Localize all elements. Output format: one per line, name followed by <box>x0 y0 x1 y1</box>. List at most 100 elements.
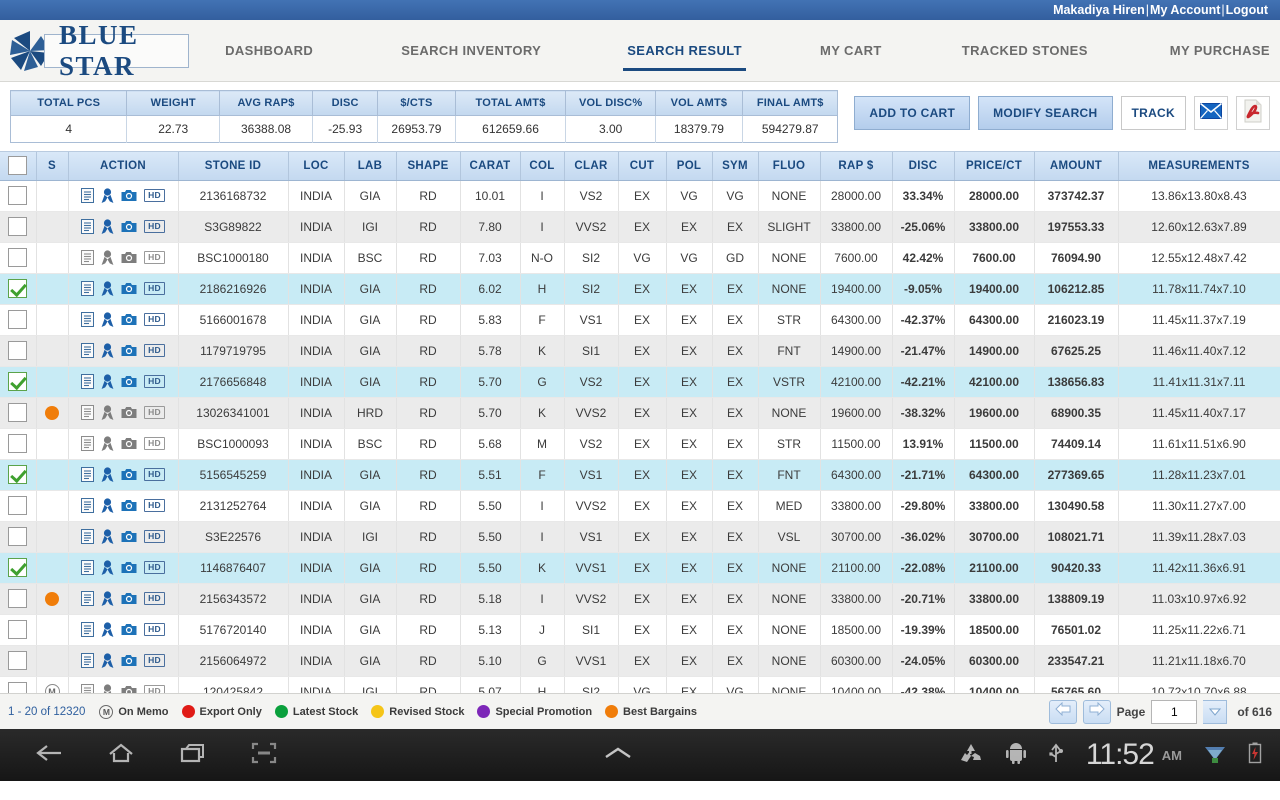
row-action-cell[interactable]: HD <box>68 273 179 305</box>
cell-stone-id[interactable]: 120425842 <box>178 676 289 693</box>
next-page-button[interactable] <box>1082 699 1111 724</box>
row-status-cell[interactable] <box>36 180 69 212</box>
camera-icon[interactable] <box>121 344 137 357</box>
camera-icon[interactable] <box>121 220 137 233</box>
table-row[interactable]: HD 1146876407 INDIA GIA RD 5.50 K VVS1 E… <box>0 552 1280 584</box>
screenshot-icon[interactable] <box>250 741 278 770</box>
grid-header-sym[interactable]: SYM <box>712 152 759 181</box>
table-row[interactable]: HD 2131252764 INDIA GIA RD 5.50 I VVS2 E… <box>0 490 1280 522</box>
grid-header-price-ct[interactable]: PRICE/CT <box>954 152 1035 181</box>
nav-tab-tracked-stones[interactable]: TRACKED STONES <box>952 20 1098 81</box>
grid-header-lab[interactable]: LAB <box>344 152 397 181</box>
grid-header-fluo[interactable]: FLUO <box>758 152 821 181</box>
camera-icon[interactable] <box>121 313 137 326</box>
camera-icon[interactable] <box>121 406 137 419</box>
certificate-icon[interactable] <box>81 591 95 606</box>
row-action-cell[interactable]: HD <box>68 304 179 336</box>
row-select-cell[interactable] <box>0 242 37 274</box>
camera-icon[interactable] <box>121 468 137 481</box>
hd-video-icon[interactable]: HD <box>144 499 165 512</box>
table-row[interactable]: HD 5156545259 INDIA GIA RD 5.51 F VS1 EX… <box>0 459 1280 491</box>
cell-stone-id[interactable]: BSC1000093 <box>178 428 289 460</box>
chevron-up-icon[interactable] <box>598 744 638 767</box>
ribbon-icon[interactable] <box>101 342 114 359</box>
previous-page-button[interactable] <box>1048 699 1077 724</box>
row-checkbox[interactable] <box>8 279 28 298</box>
row-status-cell[interactable] <box>36 335 69 367</box>
row-checkbox[interactable] <box>8 589 28 608</box>
certificate-icon[interactable] <box>81 684 95 693</box>
page-dropdown-button[interactable] <box>1203 699 1228 724</box>
camera-icon[interactable] <box>121 530 137 543</box>
certificate-icon[interactable] <box>81 529 95 544</box>
cell-stone-id[interactable]: 5166001678 <box>178 304 289 336</box>
camera-icon[interactable] <box>121 592 137 605</box>
row-action-cell[interactable]: HD <box>68 242 179 274</box>
certificate-icon[interactable] <box>81 560 95 575</box>
row-checkbox[interactable] <box>8 682 28 693</box>
grid-header-measurements[interactable]: MEASUREMENTS <box>1118 152 1280 181</box>
hd-video-icon[interactable]: HD <box>144 189 165 202</box>
certificate-icon[interactable] <box>81 653 95 668</box>
select-all-checkbox[interactable] <box>8 156 28 176</box>
row-action-cell[interactable]: HD <box>68 180 179 212</box>
grid-header-clar[interactable]: CLAR <box>564 152 619 181</box>
row-status-cell[interactable] <box>36 428 69 460</box>
row-select-cell[interactable] <box>0 459 37 491</box>
row-action-cell[interactable]: HD <box>68 583 179 615</box>
row-status-cell[interactable] <box>36 397 69 429</box>
table-row[interactable]: HD 5166001678 INDIA GIA RD 5.83 F VS1 EX… <box>0 304 1280 336</box>
table-row[interactable]: HD 1179719795 INDIA GIA RD 5.78 K SI1 EX… <box>0 335 1280 367</box>
cell-stone-id[interactable]: 2156343572 <box>178 583 289 615</box>
hd-video-icon[interactable]: HD <box>144 251 165 264</box>
camera-icon[interactable] <box>121 189 137 202</box>
nav-tab-my-cart[interactable]: MY CART <box>810 20 892 81</box>
ribbon-icon[interactable] <box>101 528 114 545</box>
camera-icon[interactable] <box>121 375 137 388</box>
nav-tab-dashboard[interactable]: DASHBOARD <box>215 20 323 81</box>
table-row[interactable]: HD 2156343572 INDIA GIA RD 5.18 I VVS2 E… <box>0 583 1280 615</box>
camera-icon[interactable] <box>121 561 137 574</box>
grid-header-amount[interactable]: AMOUNT <box>1034 152 1119 181</box>
track-button[interactable]: TRACK <box>1120 96 1186 130</box>
modify-search-button[interactable]: MODIFY SEARCH <box>978 96 1113 130</box>
ribbon-icon[interactable] <box>101 404 114 421</box>
system-expand-area[interactable] <box>278 744 958 767</box>
hd-video-icon[interactable]: HD <box>144 344 165 357</box>
cell-stone-id[interactable]: 2136168732 <box>178 180 289 212</box>
cell-stone-id[interactable]: 5156545259 <box>178 459 289 491</box>
ribbon-icon[interactable] <box>101 683 114 693</box>
row-select-cell[interactable] <box>0 645 37 677</box>
table-row[interactable]: HD 5176720140 INDIA GIA RD 5.13 J SI1 EX… <box>0 614 1280 646</box>
certificate-icon[interactable] <box>81 622 95 637</box>
ribbon-icon[interactable] <box>101 311 114 328</box>
nav-tab-search-inventory[interactable]: SEARCH INVENTORY <box>391 20 551 81</box>
nav-tab-search-result[interactable]: SEARCH RESULT <box>617 20 752 81</box>
brand-logo[interactable]: BLUE STAR <box>8 20 190 81</box>
row-action-cell[interactable]: HD <box>68 366 179 398</box>
row-action-cell[interactable]: HD <box>68 459 179 491</box>
row-action-cell[interactable]: HD <box>68 428 179 460</box>
home-icon[interactable] <box>106 741 136 770</box>
row-checkbox[interactable] <box>8 403 28 422</box>
row-select-cell[interactable] <box>0 583 37 615</box>
camera-icon[interactable] <box>121 282 137 295</box>
grid-header-pol[interactable]: POL <box>666 152 713 181</box>
row-action-cell[interactable]: HD <box>68 397 179 429</box>
grid-header-select-all[interactable] <box>0 152 37 181</box>
grid-header-disc[interactable]: DISC <box>892 152 955 181</box>
row-select-cell[interactable] <box>0 397 37 429</box>
ribbon-icon[interactable] <box>101 621 114 638</box>
ribbon-icon[interactable] <box>101 249 114 266</box>
camera-icon[interactable] <box>121 654 137 667</box>
hd-video-icon[interactable]: HD <box>144 468 165 481</box>
nav-tab-my-purchase[interactable]: MY PURCHASE <box>1160 20 1280 81</box>
certificate-icon[interactable] <box>81 219 95 234</box>
row-select-cell[interactable] <box>0 521 37 553</box>
cell-stone-id[interactable]: BSC1000180 <box>178 242 289 274</box>
table-row[interactable]: HD 2136168732 INDIA GIA RD 10.01 I VS2 E… <box>0 180 1280 212</box>
cell-stone-id[interactable]: 2186216926 <box>178 273 289 305</box>
table-row[interactable]: HD S3E22576 INDIA IGI RD 5.50 I VS1 EX E… <box>0 521 1280 553</box>
my-account-link[interactable]: My Account <box>1150 3 1220 17</box>
row-status-cell[interactable] <box>36 583 69 615</box>
